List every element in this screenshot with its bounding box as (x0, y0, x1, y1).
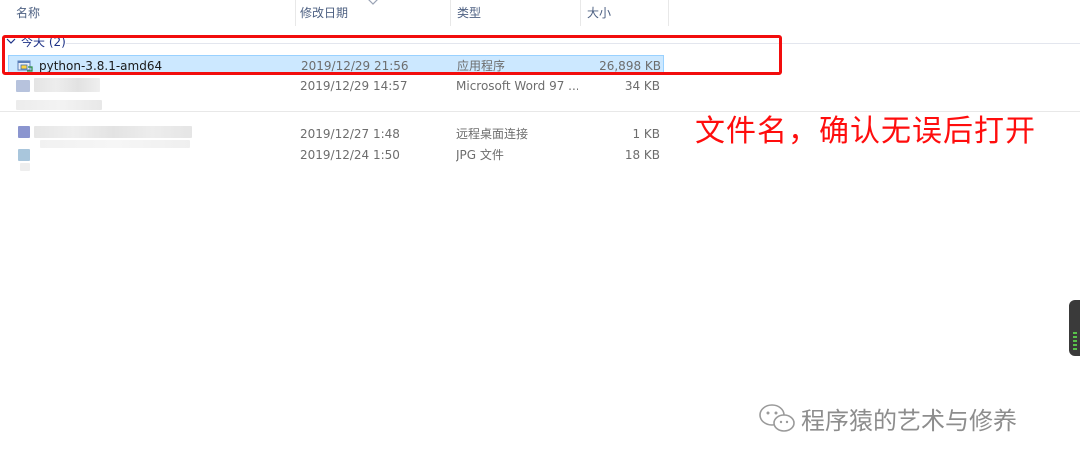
word-doc-icon (16, 80, 30, 92)
file-date: 2019/12/29 14:57 (300, 79, 408, 93)
column-header-size[interactable]: 大小 (581, 0, 669, 26)
file-type: JPG 文件 (456, 148, 504, 162)
redacted-file-name (34, 126, 192, 138)
redacted-file-name-ext (16, 100, 102, 110)
watermark-text: 程序猿的艺术与修养 (801, 407, 1017, 435)
file-row-word[interactable]: 2019/12/29 14:57 Microsoft Word 97 ... 3… (8, 76, 664, 96)
file-date: 2019/12/27 1:48 (300, 127, 400, 141)
sort-descending-icon (368, 0, 378, 5)
jpg-icon (18, 149, 30, 161)
side-widget[interactable] (1069, 300, 1080, 356)
file-size: 34 KB (624, 79, 660, 93)
indicator-bar (1073, 332, 1077, 334)
column-header-type[interactable]: 类型 (451, 0, 581, 26)
wechat-icon (759, 404, 795, 432)
file-type: 远程桌面连接 (456, 127, 529, 141)
file-date: 2019/12/24 1:50 (300, 148, 400, 162)
file-row-jpg[interactable]: 2019/12/24 1:50 JPG 文件 18 KB (8, 145, 664, 165)
watermark: 程序猿的艺术与修养 (757, 400, 1057, 436)
annotation-text: 文件名，确认无误后打开 (695, 114, 1036, 149)
indicator-bar (1073, 348, 1077, 350)
file-size: 1 KB (632, 127, 660, 141)
indicator-bar (1073, 340, 1077, 342)
indicator-bar (1073, 344, 1077, 346)
redacted-file-name (34, 78, 100, 92)
redacted-file-name (20, 163, 30, 171)
file-type: Microsoft Word 97 ... (456, 79, 578, 93)
column-header-name[interactable]: 名称 (0, 0, 296, 26)
highlight-box (2, 35, 782, 75)
file-size: 18 KB (624, 148, 660, 162)
rdp-icon (18, 126, 30, 138)
indicator-bar (1073, 336, 1077, 338)
column-header-bar: 名称 修改日期 类型 大小 (0, 0, 1080, 26)
